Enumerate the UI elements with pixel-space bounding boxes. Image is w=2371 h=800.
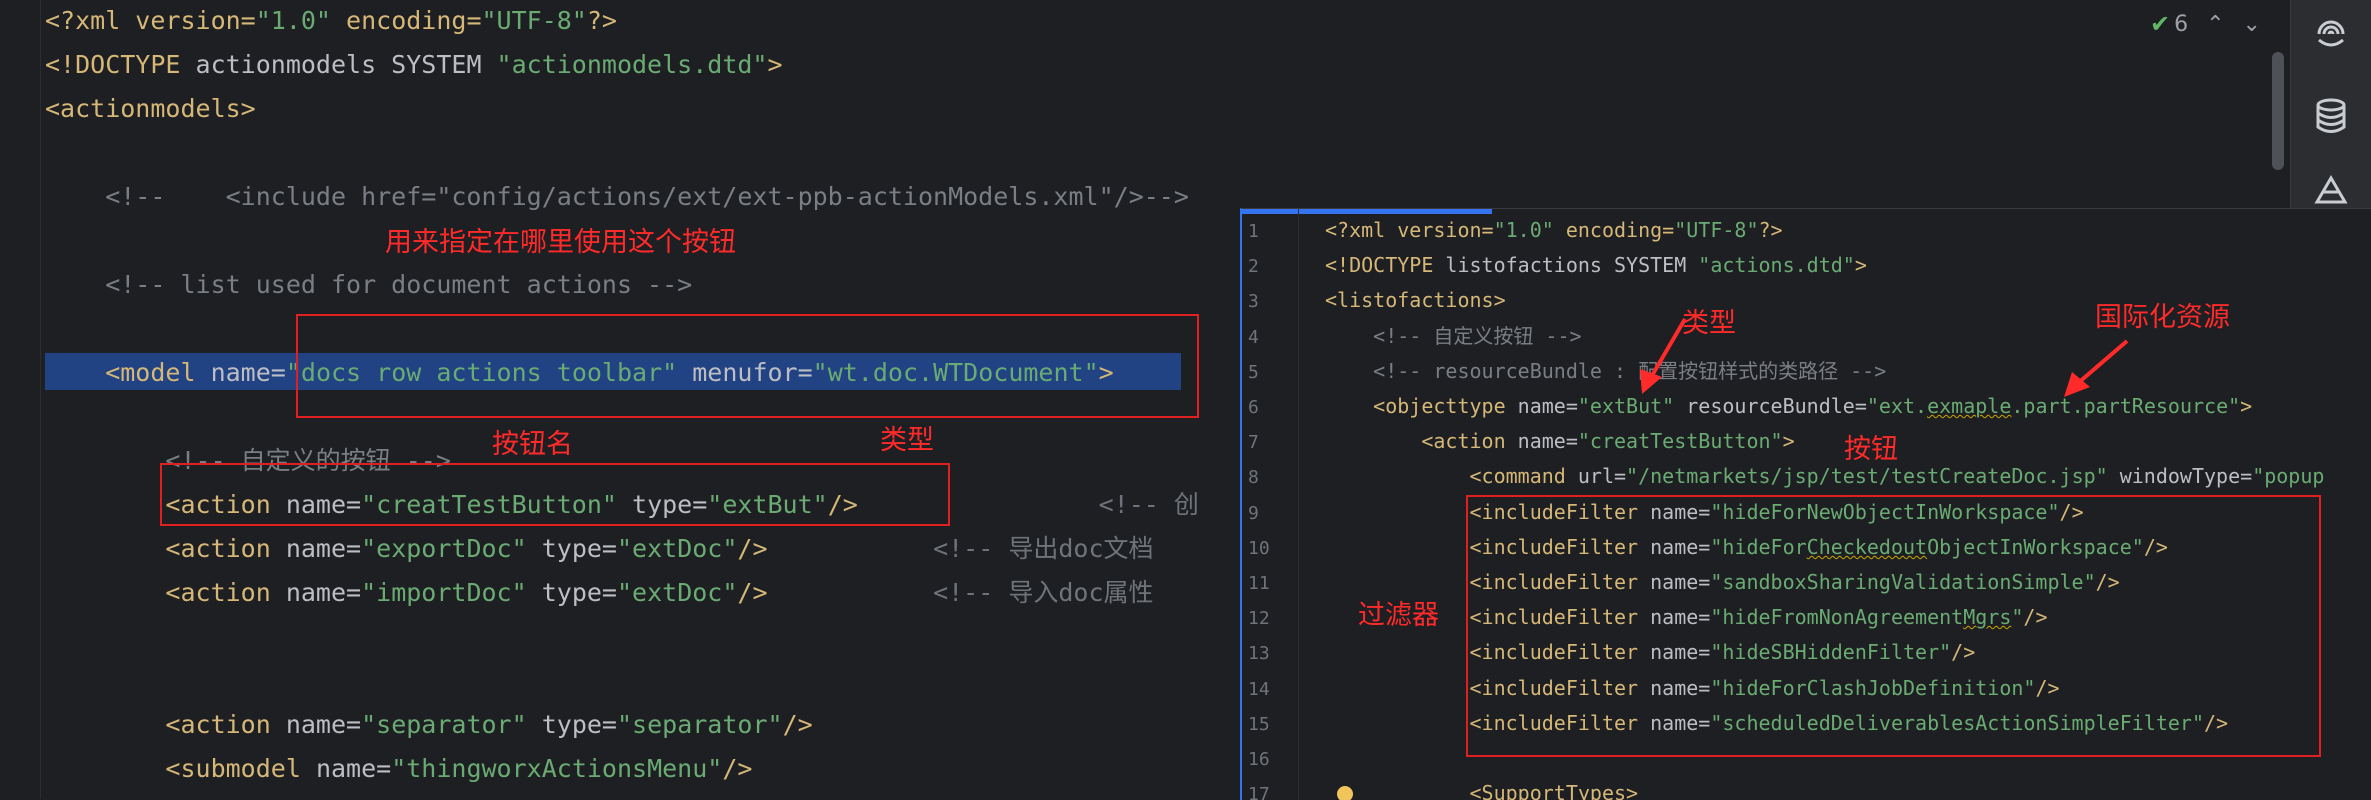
code-token: <model (45, 358, 211, 387)
code-token: <action (45, 710, 286, 739)
code-token: "UTF-8" (481, 6, 587, 35)
annotation-arrows (1640, 317, 2129, 397)
code-line[interactable]: <action name="exportDoc" type="extDoc"/>… (45, 530, 1154, 568)
code-line[interactable]: <action name="importDoc" type="extDoc"/>… (45, 574, 1154, 612)
code-token: <!DOCTYPE (45, 50, 196, 79)
code-token: <!-- 导入doc属性 (767, 578, 1154, 607)
code-token: name= (285, 578, 362, 607)
left-editor-gutter[interactable] (0, 0, 41, 799)
code-token: "exportDoc" (361, 534, 527, 563)
code-token: <submodel (45, 754, 316, 783)
code-token: "1.0" (255, 6, 331, 35)
code-token: "separator" (616, 710, 783, 739)
code-line[interactable]: <submodel name="thingworxActionsMenu"/> (45, 750, 752, 788)
database-icon[interactable] (2311, 96, 2351, 136)
code-token: <actionmodels> (45, 94, 256, 123)
annotation-box-action (160, 463, 950, 526)
editor-scrollbar[interactable] (2272, 52, 2284, 170)
code-token: "separator" (361, 710, 527, 739)
code-token: /> (737, 578, 768, 607)
annotation-box-model (296, 314, 1199, 418)
code-token: "thingworxActionsMenu" (391, 754, 723, 783)
code-token: <action (45, 534, 286, 563)
code-token: /> (737, 534, 768, 563)
code-token: name= (315, 754, 392, 783)
code-token: "actionmodels.dtd" (496, 50, 768, 79)
check-icon[interactable]: ✔ (2150, 10, 2170, 38)
annotation-button-name: 按钮名 (492, 429, 573, 460)
code-token: type= (526, 578, 617, 607)
code-token: <!-- <include href="config/actions/ext/e… (45, 182, 1189, 211)
code-token: <?xml version= (45, 6, 256, 35)
code-token: > (767, 50, 783, 79)
code-token: "extDoc" (616, 578, 738, 607)
code-token: name= (210, 358, 286, 387)
code-token: name= (285, 710, 362, 739)
code-token: <!-- 导出doc文档 (767, 534, 1154, 563)
gradle-icon[interactable] (2311, 170, 2351, 210)
code-token: name= (285, 534, 362, 563)
code-token: actionmodels SYSTEM (195, 50, 497, 79)
code-line[interactable]: <!DOCTYPE actionmodels SYSTEM "actionmod… (45, 46, 783, 84)
code-line[interactable]: <actionmodels> (45, 90, 256, 128)
code-token: type= (526, 710, 617, 739)
annotation-where-used: 用来指定在哪里使用这个按钮 (385, 227, 736, 258)
chevron-down-icon[interactable]: ⌄ (2243, 12, 2261, 37)
chevron-up-icon[interactable]: ⌃ (2206, 12, 2224, 37)
inspection-widget[interactable]: ✔ 6 ⌃ ⌄ (2150, 8, 2261, 40)
code-token: <action (45, 578, 286, 607)
code-line[interactable]: <!-- list used for document actions --> (45, 266, 692, 304)
inspection-count: 6 (2174, 11, 2189, 37)
code-token: "extDoc" (616, 534, 738, 563)
annotation-type-left: 类型 (880, 425, 934, 456)
code-token: /> (782, 710, 813, 739)
ai-assistant-icon[interactable] (2311, 14, 2351, 54)
code-token: "importDoc" (361, 578, 527, 607)
code-token: ?> (586, 6, 617, 35)
code-line[interactable]: <?xml version="1.0" encoding="UTF-8"?> (45, 2, 617, 40)
code-token: <!-- list used for document actions --> (45, 270, 693, 299)
code-line[interactable]: <action name="separator" type="separator… (45, 706, 813, 744)
code-token: /> (722, 754, 753, 783)
code-line[interactable]: <!-- <include href="config/actions/ext/e… (45, 178, 1189, 216)
code-token: encoding= (330, 6, 482, 35)
code-token: type= (526, 534, 617, 563)
action-definition-popup[interactable]: 1 2 3 4 5 6 7 8 9 10 11 12 13 14 15 16 17 <?xml version=… (1240, 208, 2371, 800)
